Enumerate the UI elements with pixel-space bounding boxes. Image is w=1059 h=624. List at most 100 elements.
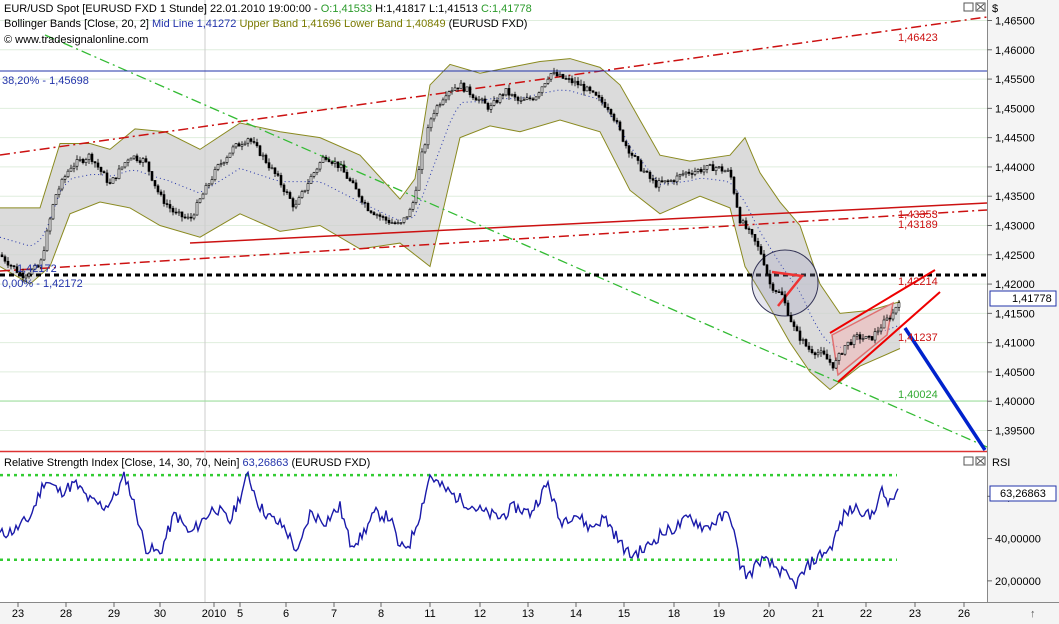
- candle-body: [514, 94, 516, 97]
- candle-body: [859, 335, 861, 339]
- time-tick-label: 11: [424, 608, 435, 620]
- rsi-last-badge: 63,26863: [990, 486, 1056, 501]
- candle-body: [628, 146, 630, 153]
- price-tick-label: 1,41000: [995, 338, 1035, 350]
- bollinger-legend: Bollinger Bands [Close, 20, 2] Mid Line …: [4, 18, 527, 30]
- time-tick-label: 29: [108, 608, 120, 620]
- candle-body: [751, 229, 753, 234]
- candle-body: [205, 185, 207, 194]
- candle-body: [898, 303, 900, 308]
- candle-body: [331, 162, 333, 164]
- candle-body: [754, 234, 756, 241]
- candle-body: [262, 155, 264, 156]
- candle-body: [838, 353, 840, 360]
- candle-body: [238, 144, 240, 147]
- candle-body: [469, 87, 471, 95]
- candle-body: [304, 190, 306, 191]
- candle-body: [613, 114, 615, 120]
- candle-body: [820, 351, 822, 353]
- candle-body: [136, 156, 138, 161]
- candle-body: [499, 95, 501, 103]
- candle-body: [367, 203, 369, 211]
- candle-body: [886, 318, 888, 320]
- candle-body: [343, 165, 345, 172]
- candle-body: [670, 180, 672, 181]
- bb-mid: Mid Line 1,41272: [152, 18, 236, 30]
- candle-body: [46, 231, 48, 251]
- rsi-tick-label: 40,00000: [995, 534, 1041, 546]
- candle-body: [289, 192, 291, 198]
- candle-body: [475, 98, 477, 101]
- candle-body: [412, 203, 414, 210]
- candle-body: [130, 158, 132, 160]
- candle-body: [154, 180, 156, 185]
- candle-body: [460, 83, 462, 88]
- candle-body: [244, 143, 246, 145]
- candle-body: [220, 164, 222, 165]
- candle-body: [163, 195, 165, 204]
- last-price-value: 1,41778: [1012, 293, 1052, 305]
- candle-body: [538, 93, 540, 97]
- time-tick-label: 28: [60, 608, 72, 620]
- candle-body: [328, 160, 330, 162]
- candle-body: [298, 198, 300, 205]
- candle-body: [223, 162, 225, 163]
- candle-body: [748, 229, 750, 230]
- rsi-title: Relative Strength Index [Close, 14, 30, …: [4, 457, 370, 469]
- candle-body: [667, 181, 669, 182]
- candle-body: [142, 159, 144, 163]
- candle-body: [658, 181, 660, 187]
- candle-body: [655, 180, 657, 187]
- candle-body: [844, 346, 846, 355]
- candle-body: [709, 165, 711, 166]
- candle-body: [463, 83, 465, 91]
- candle-body: [580, 84, 582, 85]
- copyright-text: © www.tradesignalonline.com: [4, 34, 148, 46]
- candle-body: [259, 146, 261, 156]
- candle-body: [145, 159, 147, 162]
- candle-body: [247, 139, 249, 143]
- candle-body: [442, 100, 444, 105]
- candle-body: [334, 162, 336, 164]
- rsi-maximize-icon[interactable]: [964, 457, 973, 465]
- candle-body: [532, 99, 534, 100]
- candle-body: [793, 322, 795, 327]
- candle-body: [799, 331, 801, 341]
- candle-body: [277, 174, 279, 176]
- candle-body: [685, 172, 687, 174]
- candle-body: [508, 88, 510, 95]
- candle-body: [403, 218, 405, 223]
- candle-body: [718, 167, 720, 168]
- candle-body: [124, 163, 126, 167]
- candle-body: [622, 130, 624, 142]
- candle-body: [97, 163, 99, 167]
- candle-body: [79, 159, 81, 160]
- candle-body: [361, 197, 363, 203]
- candle-body: [811, 349, 813, 352]
- time-tick-label: 30: [154, 608, 166, 620]
- candle-body: [730, 170, 732, 177]
- annotation-143189: 1,43189: [898, 219, 938, 231]
- candle-body: [436, 106, 438, 114]
- candle-body: [307, 184, 309, 191]
- candle-body: [109, 183, 111, 184]
- candle-body: [70, 168, 72, 171]
- time-tick-label: 19: [713, 608, 725, 620]
- price-tick-label: 1,46000: [995, 45, 1035, 57]
- candle-body: [73, 166, 75, 168]
- time-tick-label: 13: [522, 608, 534, 620]
- highlight-circle: [752, 250, 818, 316]
- candle-body: [661, 181, 663, 182]
- scroll-up-icon[interactable]: ↑: [1030, 608, 1036, 620]
- candle-body: [529, 98, 531, 99]
- candle-body: [199, 199, 201, 203]
- candle-body: [400, 222, 402, 223]
- candle-body: [202, 194, 204, 199]
- candle-body: [82, 159, 84, 162]
- time-tick-label: 26: [958, 608, 970, 620]
- candle-body: [883, 320, 885, 328]
- candle-body: [286, 192, 288, 193]
- price-tick-label: 1,42500: [995, 250, 1035, 262]
- maximize-icon[interactable]: [964, 3, 973, 11]
- candle-body: [826, 354, 828, 359]
